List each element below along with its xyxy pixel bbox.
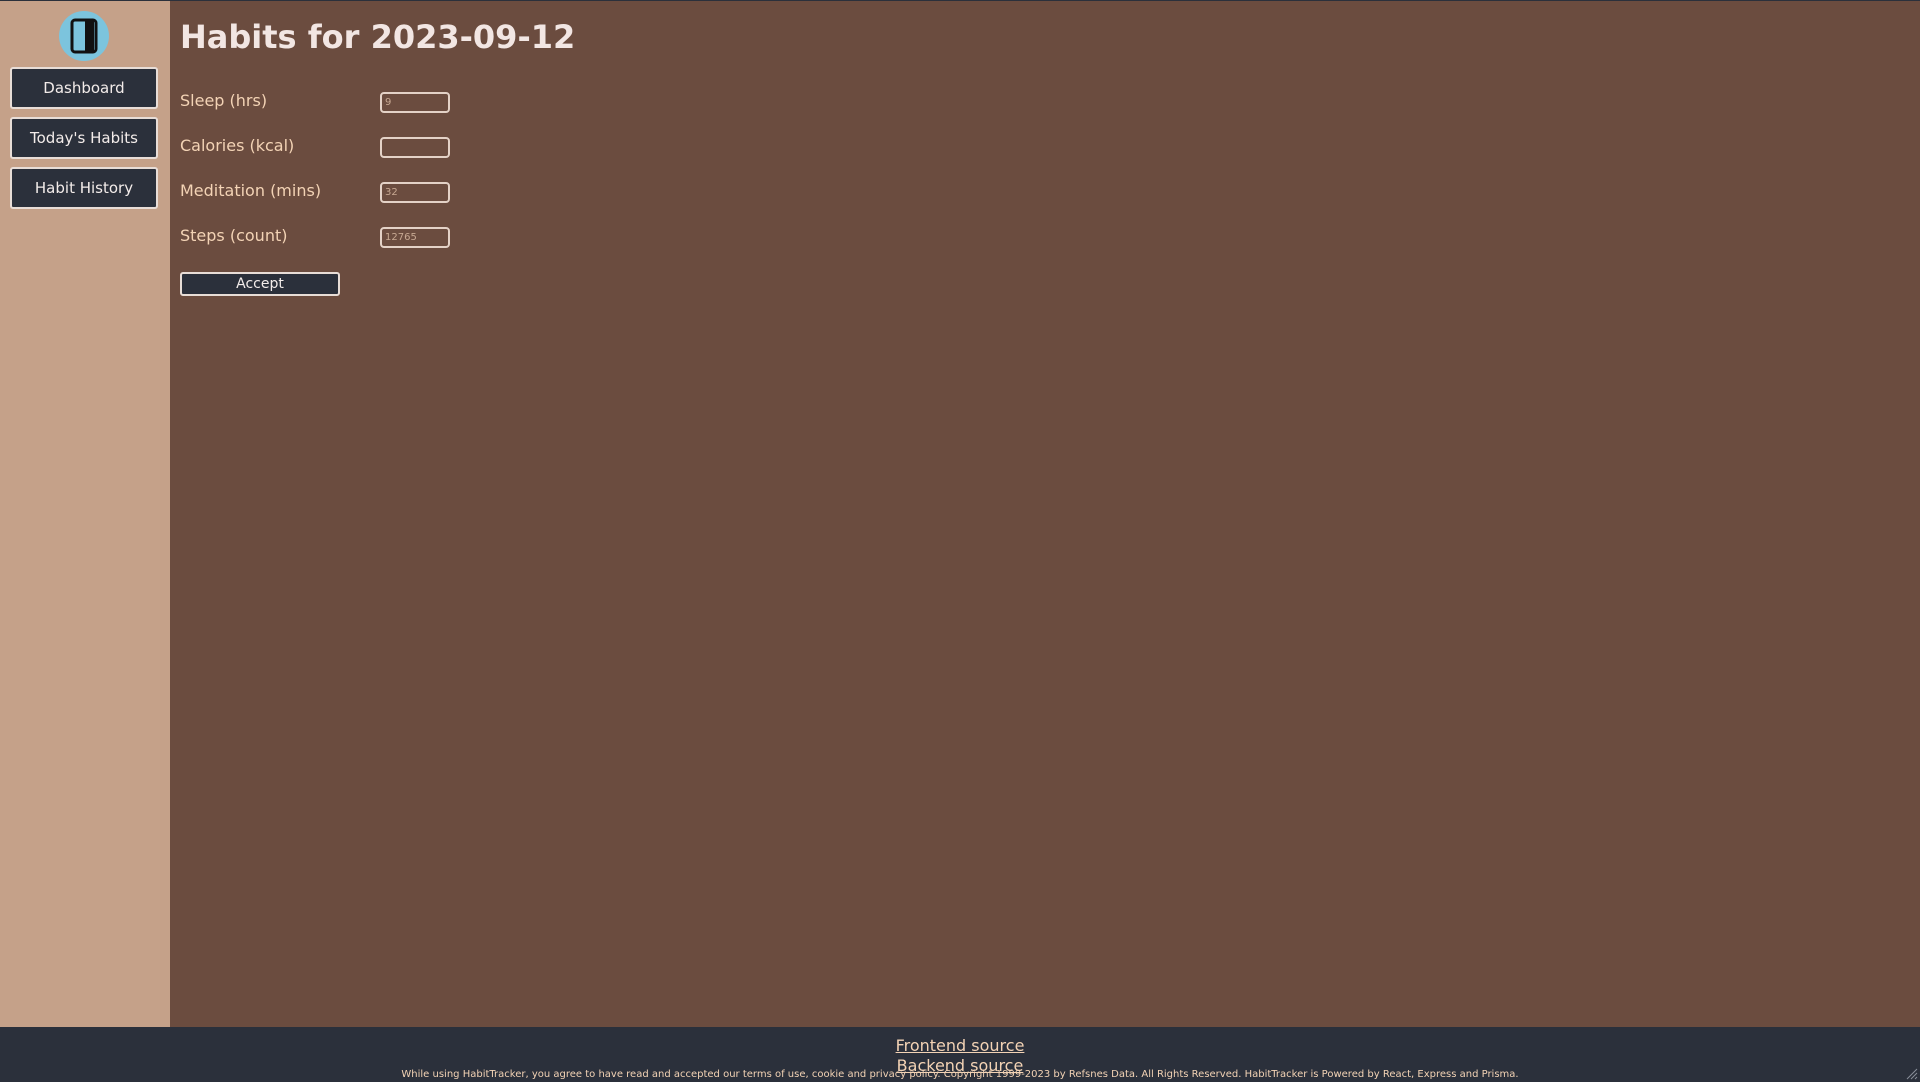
calories-input[interactable] <box>380 137 450 158</box>
sleep-label: Sleep (hrs) <box>180 91 268 110</box>
calories-label: Calories (kcal) <box>180 136 295 155</box>
resize-grip-icon[interactable] <box>1906 1068 1918 1080</box>
frontend-source-link[interactable]: Frontend source <box>0 1037 1920 1055</box>
steps-input[interactable] <box>380 227 450 248</box>
sidebar: Dashboard Today's Habits Habit History <box>0 1 170 1027</box>
sleep-input[interactable] <box>380 92 450 113</box>
page-title: Habits for 2023-09-12 <box>180 18 576 56</box>
sidebar-item-dashboard[interactable]: Dashboard <box>10 67 158 109</box>
steps-label: Steps (count) <box>180 226 288 245</box>
app-logo[interactable] <box>59 11 109 61</box>
top-border <box>0 0 1920 1</box>
meditation-label: Meditation (mins) <box>180 181 322 200</box>
sidebar-item-habit-history[interactable]: Habit History <box>10 167 158 209</box>
meditation-input[interactable] <box>380 182 450 203</box>
book-panel-icon <box>70 18 98 54</box>
sidebar-item-todays-habits[interactable]: Today's Habits <box>10 117 158 159</box>
accept-button[interactable]: Accept <box>180 272 340 296</box>
footer-legal-text: While using HabitTracker, you agree to h… <box>401 1069 1519 1080</box>
footer: Frontend source Backend source While usi… <box>0 1027 1920 1082</box>
